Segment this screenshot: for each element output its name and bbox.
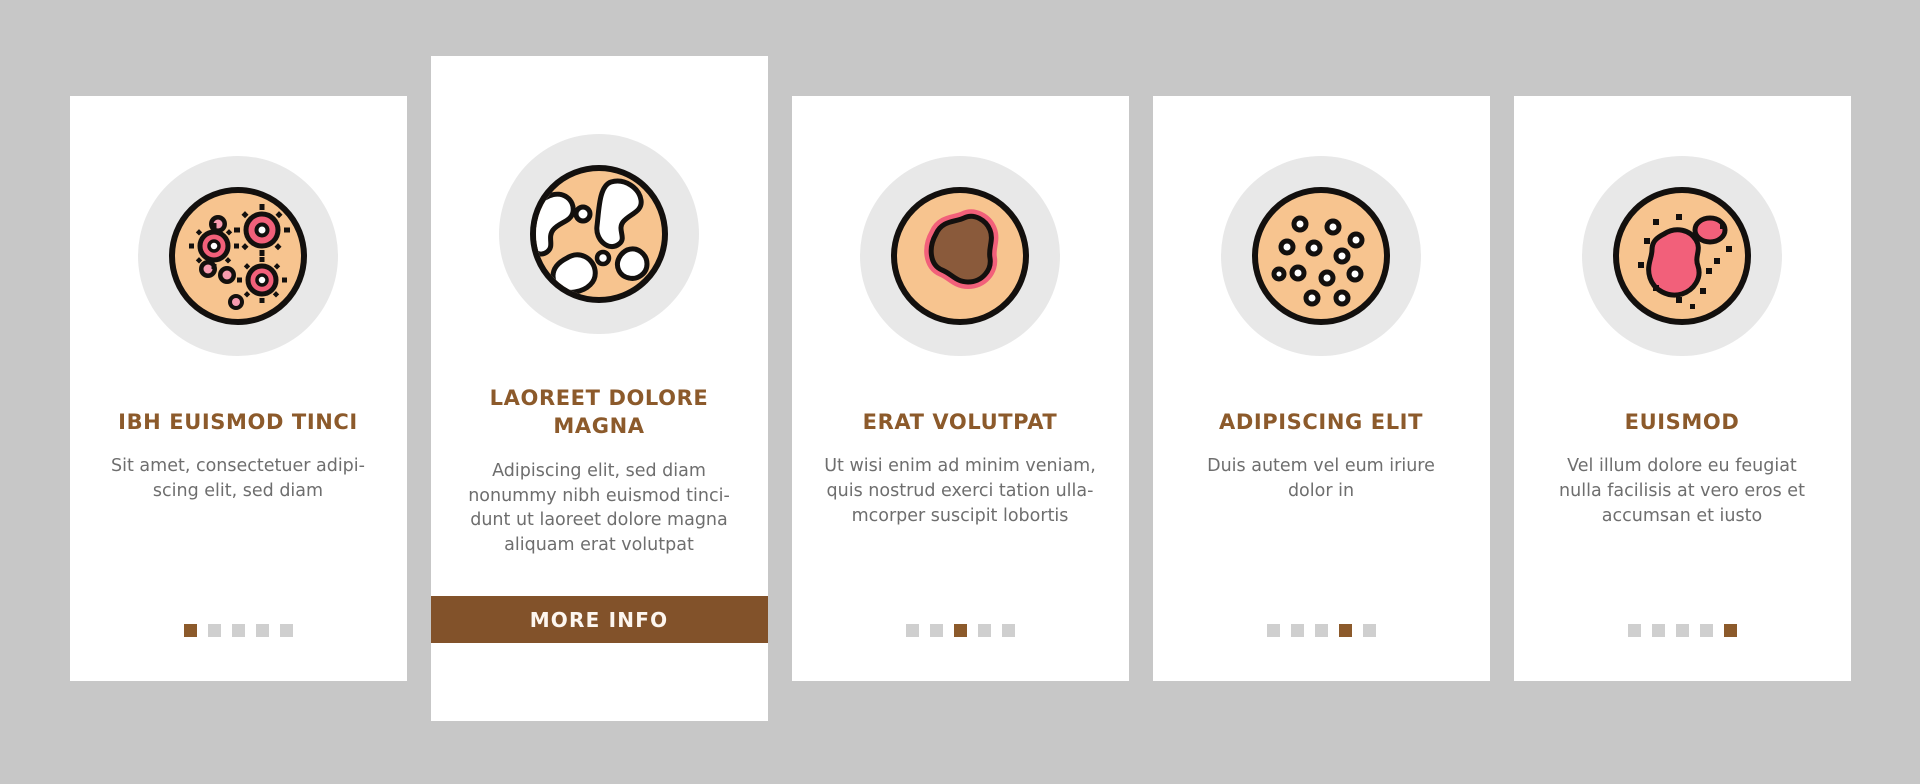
pagination-dot-3[interactable] xyxy=(1675,624,1689,637)
card-title: EUISMOD xyxy=(1624,410,1740,434)
card-body: Ut wisi enim ad minim veniam, quis nostr… xyxy=(824,456,1096,527)
card-title: ADIPISCING ELIT xyxy=(1218,410,1424,434)
pagination-dot-2[interactable] xyxy=(1651,624,1665,637)
pagination-dots[interactable] xyxy=(1514,624,1851,637)
pagination-dot-4[interactable] xyxy=(1338,624,1352,637)
pagination-dot-5[interactable] xyxy=(1001,624,1015,637)
petri-dish-pink-colony-spots-icon xyxy=(1582,156,1782,356)
onboarding-card-carousel: IBH EUISMOD TINCI Sit amet, consectetuer… xyxy=(0,0,1920,784)
pagination-dot-5[interactable] xyxy=(1362,624,1376,637)
card-body: Vel illum dolore eu feugiat nulla facili… xyxy=(1559,456,1805,527)
pagination-dot-4[interactable] xyxy=(255,624,269,637)
pagination-dot-5[interactable] xyxy=(279,624,293,637)
card-body: Adipiscing elit, sed diam nonummy nibh e… xyxy=(468,460,730,556)
pagination-dot-1[interactable] xyxy=(905,624,919,637)
petri-dish-virus-colonies-icon xyxy=(138,156,338,356)
pagination-dot-1[interactable] xyxy=(1266,624,1280,637)
more-info-button[interactable]: MORE INFO xyxy=(430,596,768,643)
pagination-dot-2[interactable] xyxy=(207,624,221,637)
pagination-dots[interactable] xyxy=(1153,624,1490,637)
card-body: Duis autem vel eum iriure dolor in xyxy=(1207,456,1435,502)
pagination-dot-1[interactable] xyxy=(1627,624,1641,637)
onboarding-card-4[interactable]: ADIPISCING ELIT Duis autem vel eum iriur… xyxy=(1152,96,1490,681)
card-title: ERAT VOLUTPAT xyxy=(862,410,1058,434)
petri-dish-bacteria-dots-icon xyxy=(1221,156,1421,356)
onboarding-card-2[interactable]: LAOREET DOLORE MAGNA Adipiscing elit, se… xyxy=(430,56,768,721)
pagination-dots[interactable] xyxy=(70,624,407,637)
card-title: LAOREET DOLORE MAGNA xyxy=(489,386,709,439)
pagination-dot-2[interactable] xyxy=(1290,624,1304,637)
card-title: IBH EUISMOD TINCI xyxy=(118,410,358,434)
pagination-dot-4[interactable] xyxy=(1699,624,1713,637)
pagination-dot-3[interactable] xyxy=(953,624,967,637)
petri-dish-single-blob-colony-icon xyxy=(860,156,1060,356)
pagination-dot-3[interactable] xyxy=(231,624,245,637)
onboarding-card-1[interactable]: IBH EUISMOD TINCI Sit amet, consectetuer… xyxy=(69,96,407,681)
pagination-dot-3[interactable] xyxy=(1314,624,1328,637)
onboarding-card-5[interactable]: EUISMOD Vel illum dolore eu feugiat null… xyxy=(1513,96,1851,681)
petri-dish-mold-patches-icon xyxy=(499,134,699,334)
pagination-dots[interactable] xyxy=(792,624,1129,637)
pagination-dot-2[interactable] xyxy=(929,624,943,637)
onboarding-card-3[interactable]: ERAT VOLUTPAT Ut wisi enim ad minim veni… xyxy=(791,96,1129,681)
pagination-dot-1[interactable] xyxy=(183,624,197,637)
card-body: Sit amet, consectetuer adipi- scing elit… xyxy=(111,456,365,502)
pagination-dot-5[interactable] xyxy=(1723,624,1737,637)
pagination-dot-4[interactable] xyxy=(977,624,991,637)
